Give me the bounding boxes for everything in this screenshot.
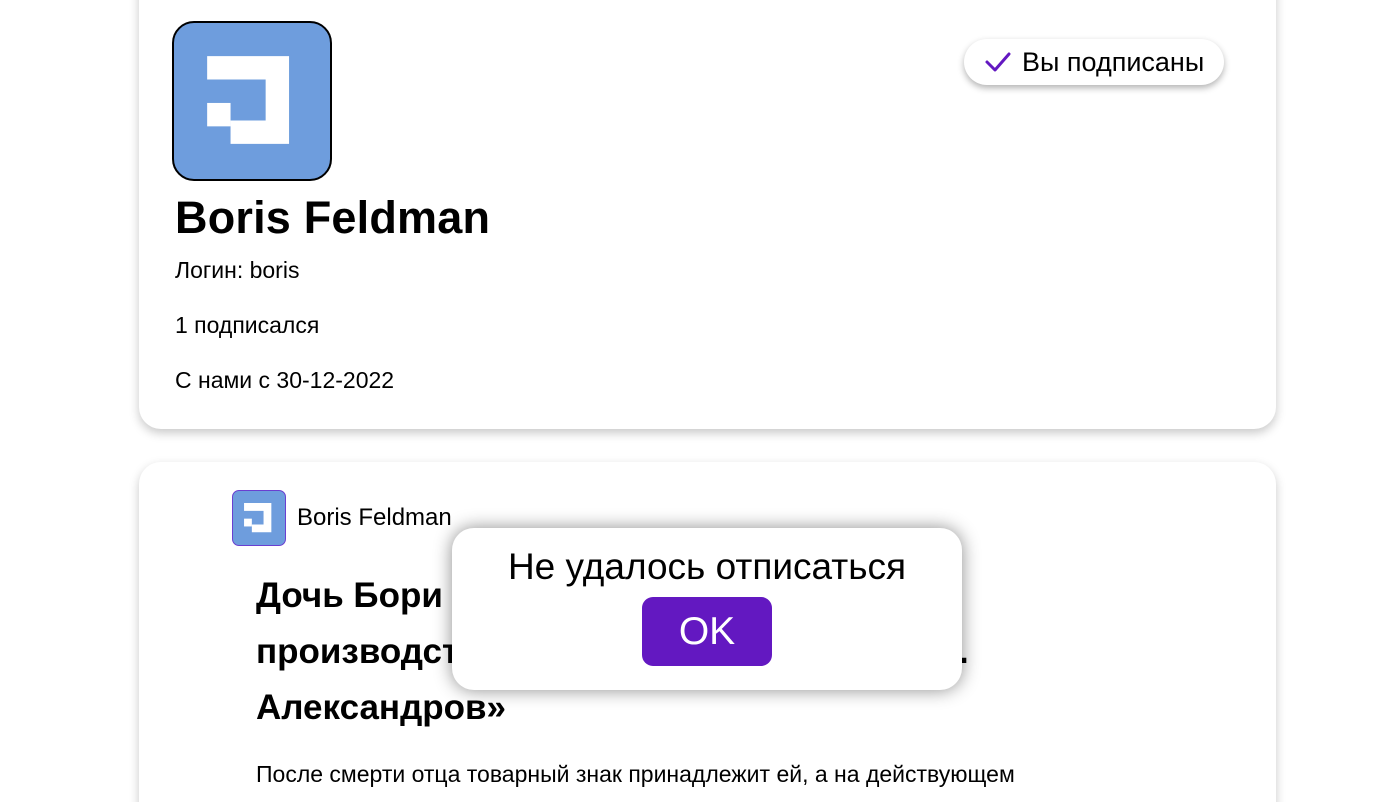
brand-logo-icon [207, 56, 290, 144]
profile-avatar [172, 21, 332, 181]
profile-login: Логин: boris [175, 257, 300, 283]
page: Вы подписаны Boris Feldman Логин: boris … [0, 0, 1390, 802]
post-author-name[interactable]: Boris Feldman [297, 504, 452, 532]
check-icon [985, 52, 1011, 72]
post-excerpt: После смерти отца товарный знак принадле… [256, 761, 1015, 787]
member-since: С нами с 30-12-2022 [175, 367, 395, 393]
error-dialog: Не удалось отписаться OK [452, 528, 962, 690]
dialog-message: Не удалось отписаться [507, 546, 907, 587]
subscriber-count: 1 подписался [175, 312, 320, 338]
post-author-avatar[interactable] [232, 490, 286, 546]
subscribed-button-label: Вы подписаны [1022, 46, 1205, 77]
profile-card: Вы подписаны Boris Feldman Логин: boris … [139, 0, 1276, 429]
subscribed-button[interactable]: Вы подписаны [964, 39, 1225, 85]
profile-name: Boris Feldman [175, 192, 491, 243]
post-title-line-3: Александров» [256, 688, 507, 727]
ok-button[interactable]: OK [642, 597, 772, 666]
brand-logo-icon [244, 503, 272, 533]
